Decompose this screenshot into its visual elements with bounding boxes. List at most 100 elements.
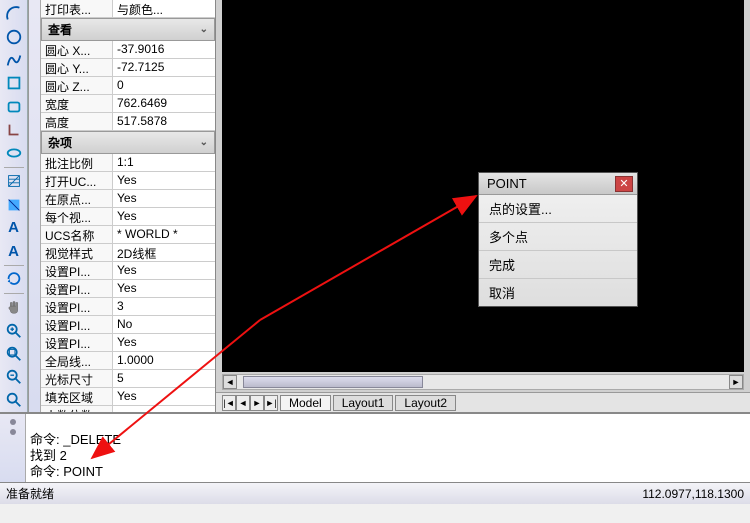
prop-value[interactable]: 0 — [113, 77, 215, 94]
hatch-tool-icon[interactable] — [3, 172, 25, 191]
prop-row[interactable]: 全局线...1.0000 — [41, 352, 215, 370]
horizontal-scrollbar[interactable]: ◄ ► — [222, 374, 744, 390]
prop-row[interactable]: 打开UC...Yes — [41, 172, 215, 190]
prop-name: 每个视... — [41, 208, 113, 225]
prop-row[interactable]: 小数位数 — [41, 406, 215, 412]
prop-name: UCS名称 — [41, 226, 113, 243]
prop-value[interactable]: 1.0000 — [113, 352, 215, 369]
prop-name: 视觉样式 — [41, 244, 113, 261]
prop-value[interactable] — [113, 406, 215, 412]
status-text: 准备就绪 — [6, 485, 54, 502]
tab-first-icon[interactable]: |◄ — [222, 395, 236, 411]
collapse-icon: ⌄ — [200, 24, 208, 35]
rounded-rect-tool-icon[interactable] — [3, 97, 25, 116]
prop-name: 小数位数 — [41, 406, 113, 412]
prop-value[interactable]: 517.5878 — [113, 113, 215, 130]
prop-row[interactable]: 圆心 Z...0 — [41, 77, 215, 95]
prop-row[interactable]: 设置PI...3 — [41, 298, 215, 316]
scroll-left-arrow-icon[interactable]: ◄ — [223, 375, 237, 389]
curve-tool-icon[interactable] — [3, 51, 25, 70]
prop-value[interactable]: 3 — [113, 298, 215, 315]
mtext-tool-icon[interactable]: A — [3, 241, 25, 260]
prop-row[interactable]: 圆心 X...-37.9016 — [41, 41, 215, 59]
popup-menu-item[interactable]: 多个点 — [479, 223, 637, 251]
prop-value[interactable]: Yes — [113, 262, 215, 279]
scroll-right-arrow-icon[interactable]: ► — [729, 375, 743, 389]
section-misc-header[interactable]: 杂项 ⌄ — [41, 131, 215, 154]
zoom-out-tool-icon[interactable] — [3, 367, 25, 386]
arc-tool-icon[interactable] — [3, 4, 25, 23]
prop-row[interactable]: 打印表... 与颜色... — [41, 0, 215, 18]
command-area: 命令: _DELETE 找到 2 命令: POINT 设置(S)/多个点(M)/… — [0, 412, 750, 482]
ellipse-tool-icon[interactable] — [3, 144, 25, 163]
collapse-icon: ⌄ — [200, 137, 208, 148]
command-drag-strip[interactable] — [0, 414, 26, 482]
prop-value[interactable]: Yes — [113, 190, 215, 207]
polygon-tool-icon[interactable] — [3, 74, 25, 93]
properties-drag-strip[interactable] — [29, 0, 41, 412]
prop-value[interactable]: 762.6469 — [113, 95, 215, 112]
popup-menu-item[interactable]: 取消 — [479, 279, 637, 306]
prop-value[interactable]: Yes — [113, 208, 215, 225]
prop-name: 光标尺寸 — [41, 370, 113, 387]
scrollbar-thumb[interactable] — [243, 376, 423, 388]
prop-row[interactable]: 高度517.5878 — [41, 113, 215, 131]
prop-value[interactable]: Yes — [113, 280, 215, 297]
tab-layout1[interactable]: Layout1 — [333, 395, 394, 411]
prop-row[interactable]: 设置PI...Yes — [41, 334, 215, 352]
prop-value[interactable]: Yes — [113, 172, 215, 189]
cmd-line: 找到 2 — [30, 448, 67, 463]
cmd-line: 命令: POINT — [30, 464, 103, 479]
prop-value[interactable]: 2D线框 — [113, 244, 215, 261]
prop-row[interactable]: 每个视...Yes — [41, 208, 215, 226]
prop-name: 设置PI... — [41, 262, 113, 279]
zoom-in-tool-icon[interactable] — [3, 321, 25, 340]
section-view-header[interactable]: 查看 ⌄ — [41, 18, 215, 41]
circle-tool-icon[interactable] — [3, 27, 25, 46]
popup-menu-item[interactable]: 点的设置... — [479, 195, 637, 223]
prop-value[interactable]: No — [113, 316, 215, 333]
popup-titlebar[interactable]: POINT ✕ — [479, 173, 637, 195]
prop-value[interactable]: 与颜色... — [113, 0, 215, 17]
tab-layout2[interactable]: Layout2 — [395, 395, 456, 411]
l-shape-tool-icon[interactable] — [3, 120, 25, 139]
left-toolbar: A A — [0, 0, 28, 412]
prop-value[interactable]: Yes — [113, 388, 215, 405]
zoom-window-tool-icon[interactable] — [3, 344, 25, 363]
prop-row[interactable]: 批注比例1:1 — [41, 154, 215, 172]
pan-tool-icon[interactable] — [3, 298, 25, 317]
prop-row[interactable]: 视觉样式2D线框 — [41, 244, 215, 262]
tab-model[interactable]: Model — [280, 395, 331, 411]
properties-panel: 打印表... 与颜色... 查看 ⌄ 圆心 X...-37.9016圆心 Y..… — [41, 0, 216, 412]
prop-row[interactable]: 光标尺寸5 — [41, 370, 215, 388]
command-history[interactable]: 命令: _DELETE 找到 2 命令: POINT 设置(S)/多个点(M)/… — [26, 414, 750, 482]
prop-row[interactable]: 设置PI...No — [41, 316, 215, 334]
text-tool-icon[interactable]: A — [3, 218, 25, 237]
prop-value[interactable]: 1:1 — [113, 154, 215, 171]
prop-row[interactable]: 设置PI...Yes — [41, 262, 215, 280]
coordinates-readout: 112.0977,118.1300 — [642, 487, 744, 501]
prop-row[interactable]: 在原点...Yes — [41, 190, 215, 208]
close-icon[interactable]: ✕ — [615, 176, 633, 192]
prop-row[interactable]: 设置PI...Yes — [41, 280, 215, 298]
tab-next-icon[interactable]: ► — [250, 395, 264, 411]
prop-value[interactable]: Yes — [113, 334, 215, 351]
prop-value[interactable]: -72.7125 — [113, 59, 215, 76]
prop-name: 圆心 Y... — [41, 59, 113, 76]
prop-row[interactable]: UCS名称* WORLD * — [41, 226, 215, 244]
zoom-extents-tool-icon[interactable] — [3, 391, 25, 410]
prop-value[interactable]: 5 — [113, 370, 215, 387]
popup-menu-item[interactable]: 完成 — [479, 251, 637, 279]
section-title: 杂项 — [48, 134, 72, 151]
tab-last-icon[interactable]: ►| — [264, 395, 278, 411]
tab-prev-icon[interactable]: ◄ — [236, 395, 250, 411]
prop-row[interactable]: 圆心 Y...-72.7125 — [41, 59, 215, 77]
prop-row[interactable]: 填充区域Yes — [41, 388, 215, 406]
prop-name: 批注比例 — [41, 154, 113, 171]
prop-row[interactable]: 宽度762.6469 — [41, 95, 215, 113]
sync-tool-icon[interactable] — [3, 270, 25, 289]
prop-value[interactable]: -37.9016 — [113, 41, 215, 58]
prop-value[interactable]: * WORLD * — [113, 226, 215, 243]
gradient-tool-icon[interactable] — [3, 195, 25, 214]
prop-name: 宽度 — [41, 95, 113, 112]
